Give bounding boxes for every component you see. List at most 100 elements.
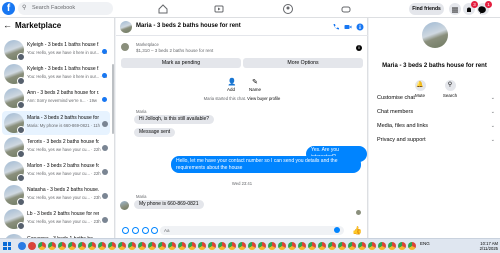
listing-price[interactable]: $1,310 – 3 beds 2 baths house for rent <box>136 48 213 53</box>
chat-title[interactable]: Maria - 3 beds 2 baths house for rent <box>136 23 241 29</box>
gif-icon[interactable] <box>151 227 158 234</box>
conversation-item[interactable]: Marlon - 3 beds 2 baths house fo... You: … <box>2 159 110 183</box>
incoming-message[interactable]: My phone is 660-869-0821 <box>134 200 204 209</box>
incoming-message[interactable]: Message sent <box>134 128 176 137</box>
find-friends-button[interactable]: Find friends <box>409 3 444 15</box>
system-clock[interactable]: 10:17 AM 2/11/2025 <box>470 241 498 251</box>
conversation-item[interactable]: Natasha - 3 beds 2 baths house... You: He… <box>2 183 110 207</box>
taskbar-app-icon[interactable] <box>58 242 66 250</box>
conversation-item[interactable]: Kyleigh - 3 beds 1 baths house f... You: … <box>2 62 110 86</box>
taskbar-app-icon[interactable] <box>198 242 206 250</box>
taskbar-app-icon[interactable] <box>268 242 276 250</box>
conversation-item[interactable]: Kyleigh - 3 beds 1 baths house f... You: … <box>2 38 110 62</box>
privacy-support-section[interactable]: Privacy and support ⌄ <box>377 137 495 143</box>
seen-avatar <box>102 144 108 151</box>
listing-info-icon[interactable]: i <box>356 45 362 51</box>
sender-avatar[interactable] <box>120 201 129 210</box>
view-buyer-profile-link[interactable]: View buyer profile <box>247 96 280 101</box>
emoji-icon[interactable] <box>334 227 340 233</box>
back-arrow-icon[interactable]: ← <box>3 20 12 30</box>
outgoing-message[interactable]: Hello, let me have your contact number s… <box>171 156 361 173</box>
conversation-name: Ann - 3 beds 2 baths house for r... <box>27 90 99 97</box>
video-call-icon[interactable] <box>344 23 352 31</box>
taskbar-app-icon[interactable] <box>288 242 296 250</box>
taskbar-app-icon[interactable] <box>168 242 176 250</box>
mark-as-pending-button[interactable]: Mark as pending <box>121 58 241 68</box>
sidebar-title: Marketplace <box>15 21 62 30</box>
like-icon[interactable]: 👍 <box>352 226 362 235</box>
taskbar-app-icon[interactable] <box>68 242 76 250</box>
taskbar-app-icon[interactable] <box>208 242 216 250</box>
taskbar-app-icon[interactable] <box>318 242 326 250</box>
conversation-item[interactable]: Ann - 3 beds 2 baths house for r... Ann: … <box>2 86 110 110</box>
taskbar-app-icon[interactable] <box>218 242 226 250</box>
taskbar-app-icon[interactable] <box>338 242 346 250</box>
notifications-button[interactable]: 3 <box>463 1 478 15</box>
taskbar-app-icon[interactable] <box>78 242 86 250</box>
taskbar-app-icon[interactable] <box>298 242 306 250</box>
taskbar-app-icon[interactable] <box>228 242 236 250</box>
taskbar-app-icon[interactable] <box>148 242 156 250</box>
conversation-snippet: You: Hello, yes we have your cu... · 23h <box>27 195 101 201</box>
taskbar-app-icon[interactable] <box>88 242 96 250</box>
taskbar-app-icon[interactable] <box>178 242 186 250</box>
taskbar-app-icon[interactable] <box>158 242 166 250</box>
section-label: Chat members <box>377 109 414 115</box>
taskbar-app-icon[interactable] <box>328 242 336 250</box>
messenger-button[interactable]: 1 <box>477 1 492 15</box>
taskbar-app-icon[interactable] <box>378 242 386 250</box>
groups-icon[interactable] <box>282 3 294 15</box>
taskbar-app-icon[interactable] <box>28 242 36 250</box>
taskbar-app-icon[interactable] <box>258 242 266 250</box>
conversation-info-panel: Maria - 3 beds 2 baths house for rent 🔔 … <box>369 18 500 238</box>
taskbar-app-icon[interactable] <box>408 242 416 250</box>
search-input[interactable]: ⚲ Search Facebook <box>18 2 113 15</box>
conversation-item[interactable]: Lb - 3 beds 2 baths house for ren... You:… <box>2 207 110 231</box>
taskbar-app-icon[interactable] <box>138 242 146 250</box>
taskbar-app-icon[interactable] <box>278 242 286 250</box>
taskbar-app-icon[interactable] <box>118 242 126 250</box>
taskbar-app-icon[interactable] <box>238 242 246 250</box>
video-icon[interactable] <box>213 3 225 15</box>
grid-icon <box>452 7 458 13</box>
taskbar-app-icon[interactable] <box>358 242 366 250</box>
taskbar-app-icon[interactable] <box>368 242 376 250</box>
customise-chat-section[interactable]: Customise chat ⌄ <box>377 95 495 101</box>
phone-icon[interactable] <box>332 23 340 31</box>
taskbar-app-icon[interactable] <box>128 242 136 250</box>
taskbar-app-icon[interactable] <box>108 242 116 250</box>
taskbar-app-icon[interactable] <box>98 242 106 250</box>
taskbar-app-icon[interactable] <box>388 242 396 250</box>
name-shortcut[interactable]: ✎ Name <box>240 79 270 92</box>
image-icon[interactable] <box>132 227 139 234</box>
conversation-item[interactable]: Maria - 3 beds 2 baths house for r... Mar… <box>2 110 110 135</box>
taskbar-app-icon[interactable] <box>188 242 196 250</box>
chat-avatar[interactable] <box>120 21 132 33</box>
media-files-section[interactable]: Media, files and links ⌄ <box>377 123 495 129</box>
listing-thumbnail[interactable] <box>121 43 129 51</box>
conversation-item[interactable]: Teroris - 3 beds 2 baths house fo... You:… <box>2 135 110 159</box>
tray-language[interactable]: ENG <box>420 241 430 246</box>
sidebar-scrollbar[interactable] <box>112 64 114 134</box>
taskbar-app-icon[interactable] <box>308 242 316 250</box>
incoming-message[interactable]: Hi Jolloqh, is this still available? <box>134 115 215 124</box>
message-input[interactable]: Aa <box>160 226 344 235</box>
facebook-logo[interactable]: f <box>2 2 15 15</box>
home-icon[interactable] <box>157 3 169 15</box>
taskbar-app-icon[interactable] <box>348 242 356 250</box>
taskbar-app-icon[interactable] <box>248 242 256 250</box>
gaming-icon[interactable] <box>340 3 352 15</box>
menu-grid-button[interactable] <box>449 3 461 15</box>
taskbar-app-icon[interactable] <box>38 242 46 250</box>
plus-icon[interactable] <box>122 227 129 234</box>
taskbar-app-icon[interactable] <box>398 242 406 250</box>
start-icon[interactable] <box>3 242 11 250</box>
taskbar-app-icon[interactable] <box>18 242 26 250</box>
more-options-button[interactable]: More Options <box>243 58 363 68</box>
info-icon[interactable] <box>356 23 364 31</box>
read-receipt-avatar <box>356 210 361 215</box>
chat-members-section[interactable]: Chat members ⌄ <box>377 109 495 115</box>
taskbar-app-icon[interactable] <box>48 242 56 250</box>
sticker-icon[interactable] <box>142 227 149 234</box>
conversation-photo[interactable] <box>422 22 448 48</box>
